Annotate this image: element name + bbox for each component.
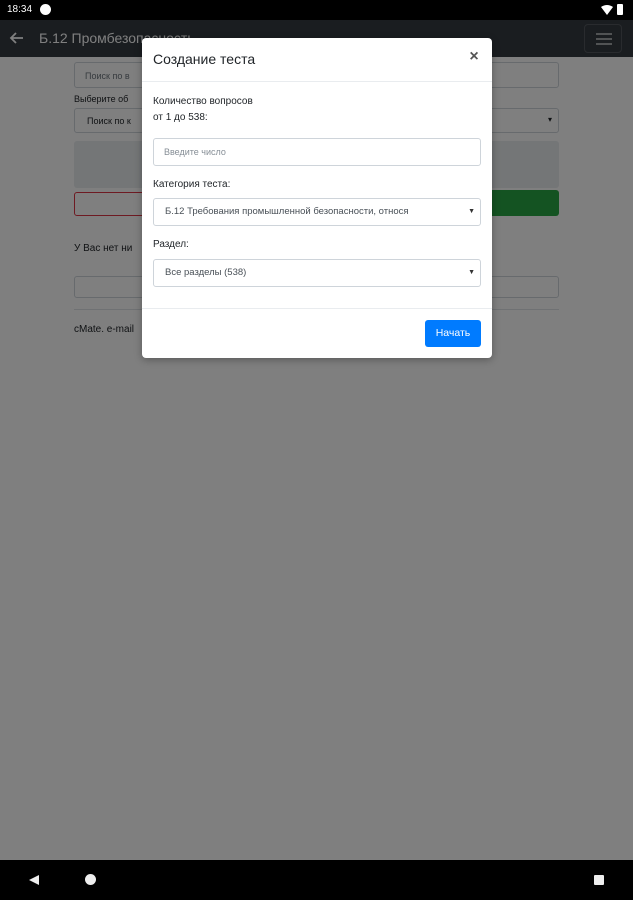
modal-footer: Начать <box>142 308 492 358</box>
caret-down-icon: ▼ <box>468 269 475 276</box>
wifi-icon <box>601 4 613 15</box>
nav-back-icon[interactable] <box>28 874 40 886</box>
section-label: Раздел: <box>153 239 189 250</box>
battery-icon <box>617 4 623 15</box>
nav-home-icon[interactable] <box>85 874 96 885</box>
status-time: 18:34 <box>7 4 33 15</box>
section-select-value: Все разделы (538) <box>165 267 247 278</box>
questions-count-label: Количество вопросов <box>153 96 253 107</box>
status-indicators <box>601 4 623 15</box>
notification-app-icon <box>40 4 51 15</box>
close-icon[interactable]: × <box>466 47 482 67</box>
nav-recents-icon[interactable] <box>594 875 604 885</box>
questions-range-label: от 1 до 538: <box>153 112 208 123</box>
category-select[interactable]: Б.12 Требования промышленной безопасност… <box>153 198 481 226</box>
start-button[interactable]: Начать <box>425 320 481 347</box>
category-label: Категория теста: <box>153 179 231 190</box>
modal-header: Создание теста × <box>142 38 492 82</box>
caret-down-icon: ▼ <box>468 208 475 215</box>
category-select-value: Б.12 Требования промышленной безопасност… <box>165 206 409 217</box>
section-select[interactable]: Все разделы (538) ▼ <box>153 259 481 287</box>
modal-title: Создание теста <box>153 51 256 67</box>
questions-count-input[interactable] <box>153 138 481 166</box>
system-nav-bar <box>0 860 633 900</box>
create-test-modal: Создание теста × Количество вопросов от … <box>142 38 492 358</box>
status-bar: 18:34 <box>0 0 633 20</box>
